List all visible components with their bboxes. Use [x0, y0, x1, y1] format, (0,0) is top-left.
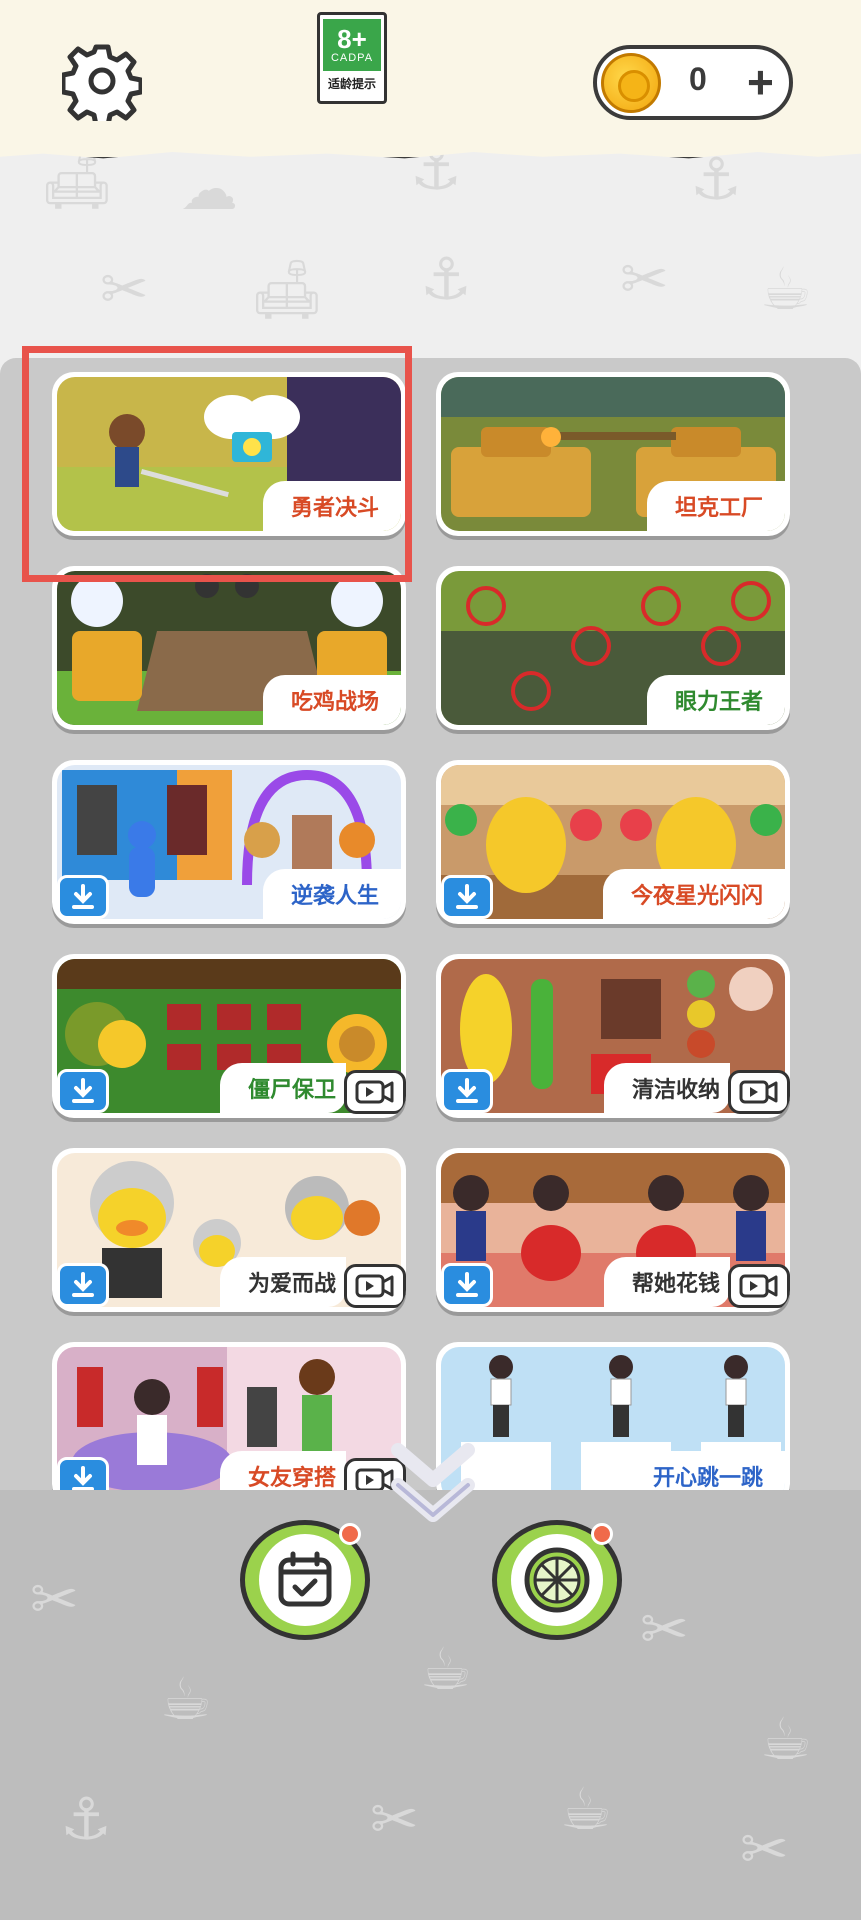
- coin-balance[interactable]: 0 +: [593, 45, 793, 120]
- bottom-bar: ✂ ☕ ☕ ✂ ☕ ⚓ ✂ ☕ ✂: [0, 1490, 861, 1920]
- watch-video-button[interactable]: [728, 1264, 790, 1308]
- game-card[interactable]: 吃鸡战场: [52, 566, 406, 730]
- video-play-icon: [739, 1274, 778, 1298]
- game-card[interactable]: 清洁收纳: [436, 954, 790, 1118]
- age-rating-box: 8+ CADPA: [323, 19, 381, 71]
- gear-icon: [62, 44, 142, 121]
- game-title: 为爱而战: [219, 1257, 346, 1307]
- video-play-icon: [355, 1080, 394, 1104]
- game-title: 清洁收纳: [603, 1063, 730, 1113]
- game-title: 今夜星光闪闪: [602, 869, 785, 919]
- game-title: 开心跳一跳: [624, 1451, 785, 1493]
- selection-highlight: [22, 346, 412, 582]
- lime-slice-icon: [524, 1547, 590, 1613]
- download-icon: [72, 1078, 94, 1103]
- watch-video-button[interactable]: [728, 1070, 790, 1114]
- double-chevron-down-icon: [391, 1443, 475, 1522]
- game-title: 逆袭人生: [262, 869, 401, 919]
- top-bar: 8+ CADPA 适龄提示 0 +: [0, 0, 861, 159]
- daily-checkin-button[interactable]: [240, 1520, 370, 1640]
- download-button[interactable]: [57, 1457, 109, 1493]
- age-rating-tip: 适龄提示: [327, 77, 376, 91]
- download-icon: [456, 1272, 478, 1297]
- video-play-icon: [355, 1274, 394, 1298]
- game-card[interactable]: 女友穿搭: [52, 1342, 406, 1493]
- game-title: 眼力王者: [646, 675, 785, 725]
- coin-count: 0: [689, 61, 707, 97]
- scroll-down-button[interactable]: [388, 1430, 478, 1540]
- add-coins-button[interactable]: +: [747, 55, 774, 109]
- watch-video-button[interactable]: [344, 1264, 406, 1308]
- video-play-icon: [739, 1080, 778, 1104]
- download-button[interactable]: [441, 875, 493, 919]
- download-button[interactable]: [57, 1069, 109, 1113]
- game-card[interactable]: 开心跳一跳: [436, 1342, 790, 1493]
- download-button[interactable]: [441, 1069, 493, 1113]
- age-rating-org: CADPA: [330, 52, 374, 64]
- game-card[interactable]: 今夜星光闪闪: [436, 760, 790, 924]
- download-icon: [72, 1272, 94, 1297]
- game-card[interactable]: 坦克工厂: [436, 372, 790, 536]
- calendar-check-icon: [278, 1551, 332, 1607]
- bottom-doodles: ✂ ☕ ☕ ✂ ☕ ⚓ ✂ ☕ ✂: [30, 1565, 812, 1883]
- game-card[interactable]: 为爱而战: [52, 1148, 406, 1312]
- game-title: 吃鸡战场: [262, 675, 401, 725]
- download-icon: [456, 1078, 478, 1103]
- lime-reward-button[interactable]: [492, 1520, 622, 1640]
- download-icon: [72, 1466, 94, 1491]
- notification-dot: [339, 1523, 361, 1545]
- watch-video-button[interactable]: [344, 1070, 406, 1114]
- game-title: 坦克工厂: [646, 481, 785, 531]
- game-card[interactable]: 眼力王者: [436, 566, 790, 730]
- settings-button[interactable]: [62, 38, 142, 124]
- download-button[interactable]: [441, 1263, 493, 1307]
- game-title: 帮她花钱: [603, 1257, 730, 1307]
- game-card[interactable]: 逆袭人生: [52, 760, 406, 924]
- download-button[interactable]: [57, 1263, 109, 1307]
- download-icon: [72, 884, 94, 909]
- download-icon: [456, 884, 478, 909]
- game-card[interactable]: 僵尸保卫: [52, 954, 406, 1118]
- game-card[interactable]: 帮她花钱: [436, 1148, 790, 1312]
- game-title: 女友穿搭: [219, 1451, 346, 1493]
- game-title: 僵尸保卫: [219, 1063, 346, 1113]
- age-rating-badge: 8+ CADPA 适龄提示: [317, 12, 387, 104]
- coin-icon: [601, 53, 661, 113]
- download-button[interactable]: [57, 875, 109, 919]
- notification-dot: [591, 1523, 613, 1545]
- age-rating-value: 8+: [337, 24, 367, 54]
